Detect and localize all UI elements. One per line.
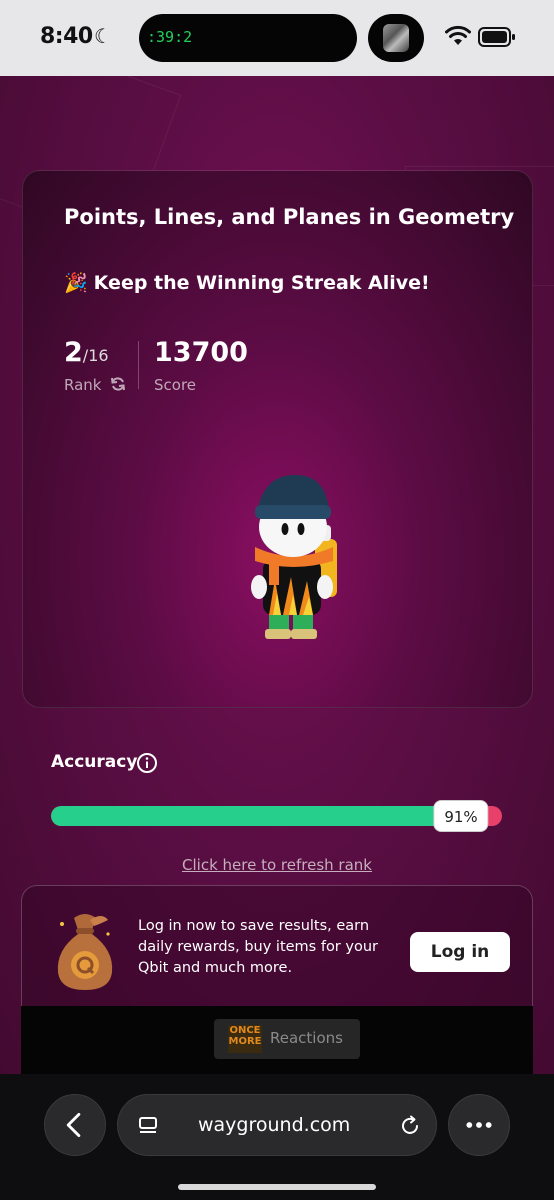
score-label: Score bbox=[154, 376, 197, 394]
stat-divider bbox=[138, 341, 139, 389]
chevron-left-icon bbox=[66, 1112, 81, 1138]
accuracy-bar-fill bbox=[51, 806, 461, 826]
score-value: 13700 bbox=[154, 337, 248, 368]
rank-number: 2 bbox=[64, 337, 83, 368]
media-thumbnail-image bbox=[383, 24, 409, 52]
results-card: Points, Lines, and Planes in Geometry 🎉 K… bbox=[22, 170, 533, 708]
rank-value: 2/16 bbox=[64, 337, 109, 368]
url-text: wayground.com bbox=[198, 1114, 351, 1136]
island-timer: :39:2 bbox=[147, 28, 193, 46]
login-promo-text: Log in now to save results, earn daily r… bbox=[138, 918, 378, 976]
battery-icon bbox=[478, 27, 515, 47]
home-indicator[interactable] bbox=[178, 1184, 376, 1190]
log-in-button[interactable]: Log in bbox=[410, 932, 510, 972]
rank-label: Rank bbox=[64, 376, 102, 394]
info-icon[interactable] bbox=[136, 752, 158, 774]
moon-icon: ☾ bbox=[94, 24, 112, 48]
more-options-button[interactable] bbox=[448, 1094, 510, 1156]
qbit-avatar bbox=[251, 475, 337, 639]
back-button[interactable] bbox=[44, 1094, 106, 1156]
accuracy-percent-badge: 91% bbox=[433, 800, 489, 832]
party-popper-icon: 🎉 bbox=[64, 272, 88, 294]
once-more-logo: ONCE MORE bbox=[228, 1025, 262, 1053]
reload-icon[interactable] bbox=[398, 1114, 422, 1138]
streak-text: Keep the Winning Streak Alive! bbox=[93, 272, 430, 294]
refresh-rank-link[interactable]: Click here to refresh rank bbox=[0, 856, 554, 874]
rank-total: /16 bbox=[82, 346, 109, 365]
status-bar: 8:40 ☾ :39:2 bbox=[0, 0, 554, 76]
refresh-icon[interactable] bbox=[110, 376, 126, 392]
island-media-thumbnail[interactable] bbox=[368, 14, 424, 62]
more-horizontal-icon bbox=[466, 1122, 492, 1128]
streak-message: 🎉 Keep the Winning Streak Alive! bbox=[64, 271, 430, 294]
address-bar[interactable]: wayground.com bbox=[117, 1094, 437, 1156]
accuracy-label: Accuracy bbox=[51, 752, 138, 772]
quiz-title: Points, Lines, and Planes in Geometry bbox=[64, 205, 515, 229]
quiz-results-page: Points, Lines, and Planes in Geometry 🎉 K… bbox=[0, 76, 554, 1076]
status-time: 8:40 bbox=[40, 24, 93, 49]
reactions-label: Reactions bbox=[270, 1029, 343, 1047]
page-menu-icon[interactable] bbox=[136, 1114, 160, 1138]
browser-toolbar: wayground.com bbox=[0, 1074, 554, 1200]
rank-label-row[interactable]: Rank bbox=[64, 376, 126, 394]
wifi-icon bbox=[445, 25, 471, 45]
money-bag-icon bbox=[57, 914, 113, 990]
reactions-button[interactable]: ONCE MORE Reactions bbox=[214, 1019, 360, 1059]
reactions-bar: ONCE MORE Reactions bbox=[21, 1006, 533, 1074]
dynamic-island[interactable]: :39:2 bbox=[139, 14, 357, 62]
